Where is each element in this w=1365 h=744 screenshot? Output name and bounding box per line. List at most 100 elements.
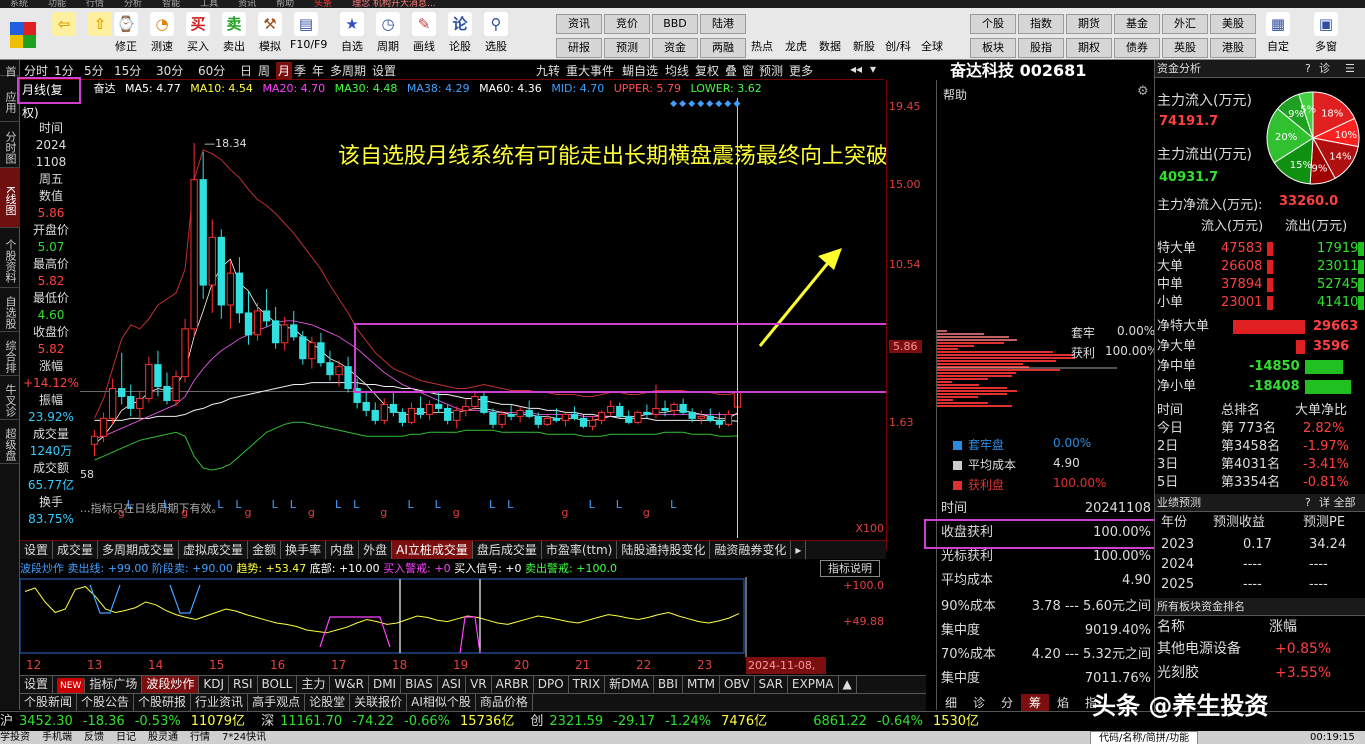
indicator-tab-0[interactable]: 设置	[20, 676, 54, 693]
indicator-tab-11[interactable]: VR	[466, 676, 492, 693]
news-tab-1[interactable]: 个股公告	[77, 694, 135, 711]
indicator-explain-button[interactable]: 指标说明	[820, 560, 880, 577]
indicator-tab-8[interactable]: DMI	[369, 676, 402, 693]
help-link[interactable]: 帮助	[943, 86, 967, 103]
news-tab-3[interactable]: 行业资讯	[191, 694, 249, 711]
close-icon[interactable]: ☰	[1345, 60, 1355, 78]
quick-BBD-button[interactable]: BBD	[652, 14, 698, 34]
chart-tool-4[interactable]: 复权	[695, 62, 719, 79]
chart-tool-1[interactable]: 重大事件	[566, 62, 614, 79]
pick-button[interactable]: ⚲ 选股	[480, 12, 512, 58]
sell-button[interactable]: 卖卖出	[218, 12, 250, 58]
chip-tab-1[interactable]: 诊	[965, 694, 993, 711]
menu-item[interactable]: 资讯	[238, 0, 256, 8]
chart-tool-2[interactable]: 蝴自选	[622, 62, 658, 79]
status-link[interactable]: 手机端	[42, 732, 72, 743]
news-tab-7[interactable]: AI相似个股	[407, 694, 476, 711]
volume-subtab-9[interactable]: 盘后成交量	[473, 541, 542, 559]
volume-subtab-1[interactable]: 成交量	[53, 541, 99, 559]
news-tab-5[interactable]: 论股堂	[305, 694, 351, 711]
period-tab-10[interactable]: 年	[312, 62, 324, 79]
chart-tool-5[interactable]: 叠	[725, 62, 737, 79]
period-tab-11[interactable]: 多周期	[330, 62, 366, 79]
period-tab-8[interactable]: 月	[276, 62, 293, 79]
fav-button[interactable]: ★ 自选	[336, 12, 368, 58]
index-name[interactable]: 沪	[0, 714, 13, 729]
status-link[interactable]: 7*24快讯	[222, 732, 266, 743]
quick-陆港-button[interactable]: 陆港	[700, 14, 746, 34]
period-tab-5[interactable]: 60分	[198, 62, 225, 79]
indicator-tab-1[interactable]: 指标广场	[85, 676, 143, 693]
quick-基金-button[interactable]: 基金	[1114, 14, 1160, 34]
quick-龙虎-button[interactable]: 龙虎	[780, 22, 812, 56]
quick-热点-button[interactable]: 热点	[746, 22, 778, 56]
news-tab-8[interactable]: 商品价格	[476, 694, 533, 711]
menu-item[interactable]: 功能	[48, 0, 66, 8]
quick-个股-button[interactable]: 个股	[970, 14, 1016, 34]
period-tab-3[interactable]: 15分	[114, 62, 141, 79]
volume-subtab-6[interactable]: 内盘	[326, 541, 360, 559]
indicator-tab-4[interactable]: RSI	[229, 676, 258, 693]
indicator-tab-5[interactable]: BOLL	[258, 676, 298, 693]
indicator-tab-2[interactable]: 波段炒作	[142, 676, 200, 693]
indicator-tab-6[interactable]: 主力	[297, 676, 331, 693]
test-button[interactable]: ◔ 测速	[146, 12, 178, 58]
indicator-tab-13[interactable]: DPO	[534, 676, 569, 693]
menu-item[interactable]: 分析	[124, 0, 142, 8]
chevron-down-icon[interactable]: ▾	[870, 62, 876, 76]
volume-subtab-12[interactable]: 融资融券变化	[710, 541, 792, 559]
index-name[interactable]: 创	[530, 714, 543, 729]
news-tab-4[interactable]: 高手观点	[248, 694, 306, 711]
leftnav-2[interactable]: 分时图	[0, 122, 20, 168]
quick-港股-button[interactable]: 港股	[1210, 38, 1256, 58]
indicator-tab-14[interactable]: TRIX	[569, 676, 606, 693]
diagnose-link[interactable]: 诊	[1319, 60, 1330, 78]
quick-股指-button[interactable]: 股指	[1018, 38, 1064, 58]
index-name[interactable]: 深	[261, 714, 274, 729]
period-tab-6[interactable]: 日	[240, 62, 252, 79]
quick-全球-button[interactable]: 全球	[916, 22, 948, 56]
quick-资讯-button[interactable]: 资讯	[556, 14, 602, 34]
volume-subtab-4[interactable]: 金额	[248, 541, 282, 559]
quick-预测-button[interactable]: 预测	[604, 38, 650, 58]
status-link[interactable]: 行情	[190, 732, 210, 743]
leftnav-7[interactable]: 牛叉诊股	[0, 376, 20, 420]
news-tab-0[interactable]: 个股新闻	[20, 694, 78, 711]
sector-row[interactable]: 光刻胶 +3.55%	[1155, 664, 1365, 682]
status-link[interactable]: 反馈	[84, 732, 104, 743]
leftnav-4[interactable]: 个股资料	[0, 228, 20, 288]
leftnav-3[interactable]: K线图	[0, 168, 20, 228]
volume-subtab-0[interactable]: 设置	[20, 541, 54, 559]
gear-icon[interactable]: ⚙	[1137, 84, 1149, 99]
chevron-right-icon[interactable]: ▸	[791, 541, 807, 559]
indicator-tab-3[interactable]: KDJ	[199, 676, 230, 693]
search-box[interactable]: 代码/名称/简拼/功能	[1090, 731, 1199, 744]
detail-link[interactable]: 详 全部	[1319, 494, 1356, 512]
chart-tool-6[interactable]: 窗	[742, 62, 754, 79]
quick-两融-button[interactable]: 两融	[700, 38, 746, 58]
chevron-double-left-icon[interactable]: ◂◂	[850, 62, 862, 76]
indicator-tab-19[interactable]: SAR	[755, 676, 788, 693]
chip-tab-4[interactable]: 焰	[1049, 694, 1077, 711]
period-tab-4[interactable]: 30分	[156, 62, 183, 79]
menu-item[interactable]: 头条	[314, 0, 332, 8]
news-tab-2[interactable]: 个股研报	[134, 694, 192, 711]
indicator-tab-9[interactable]: BIAS	[401, 676, 438, 693]
indicator-tab-17[interactable]: MTM	[683, 676, 720, 693]
volume-subtab-11[interactable]: 陆股通持股变化	[617, 541, 711, 559]
quick-英股-button[interactable]: 英股	[1162, 38, 1208, 58]
period-tab-12[interactable]: 设置	[372, 62, 396, 79]
back-button[interactable]: ⇦	[48, 12, 80, 58]
multi-button[interactable]: ▣ 多窗	[1310, 12, 1342, 58]
chip-tab-0[interactable]: 细	[937, 694, 965, 711]
quick-新股-button[interactable]: 新股	[848, 22, 880, 56]
period-tab-9[interactable]: 季	[294, 62, 306, 79]
leftnav-6[interactable]: 综合排名	[0, 332, 20, 376]
chart-tool-3[interactable]: 均线	[665, 62, 689, 79]
volume-subtab-3[interactable]: 虚拟成交量	[179, 541, 249, 559]
status-link[interactable]: 股灵通	[148, 732, 178, 743]
menu-item[interactable]: 智能	[162, 0, 180, 8]
quick-期货-button[interactable]: 期货	[1066, 14, 1112, 34]
expand-up-icon[interactable]: ▲	[839, 676, 857, 693]
volume-subtab-7[interactable]: 外盘	[359, 541, 393, 559]
